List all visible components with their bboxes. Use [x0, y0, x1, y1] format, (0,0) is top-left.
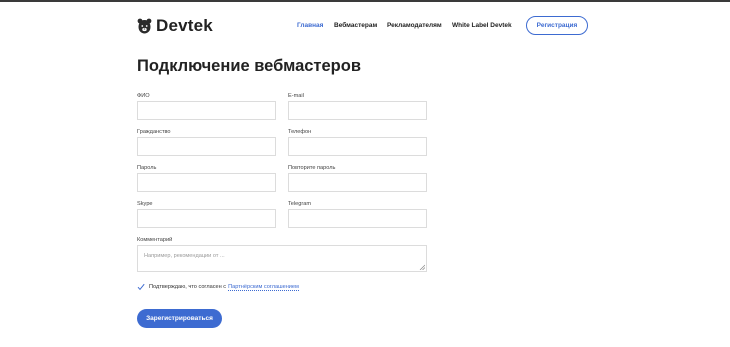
password-input[interactable]: [137, 173, 276, 192]
fio-input[interactable]: [137, 101, 276, 120]
comment-placeholder: Например, рекомендации от ...: [144, 253, 225, 259]
bear-logo-icon: [137, 18, 152, 34]
password-repeat-input[interactable]: [288, 173, 427, 192]
partner-agreement-link[interactable]: Партнёрским соглашением: [228, 284, 299, 291]
telegram-input[interactable]: [288, 209, 427, 228]
register-button[interactable]: Регистрация: [526, 16, 588, 35]
fio-label: ФИО: [137, 93, 150, 99]
logo-text: Devtek: [156, 16, 213, 35]
submit-button[interactable]: Зарегистрироваться: [137, 309, 222, 328]
phone-label: Телефон: [288, 129, 312, 135]
password-repeat-label: Повторите пароль: [288, 165, 336, 171]
nav-item-white-label[interactable]: White Label Devtek: [452, 22, 512, 29]
comment-textarea[interactable]: Например, рекомендации от ...: [137, 245, 427, 272]
phone-input[interactable]: [288, 137, 427, 156]
agreement-row: Подтверждаю, что согласен с Партнёрским …: [137, 283, 299, 291]
page-title: Подключение вебмастеров: [137, 57, 361, 75]
citizenship-label: Гражданство: [137, 129, 171, 135]
comment-label: Комментарий: [137, 237, 173, 243]
nav-item-advertisers[interactable]: Рекламодателям: [387, 22, 442, 29]
telegram-label: Telegram: [288, 201, 312, 207]
top-border: [0, 0, 730, 2]
agreement-text: Подтверждаю, что согласен с: [149, 284, 227, 290]
agreement-checkbox[interactable]: [137, 283, 145, 291]
citizenship-input[interactable]: [137, 137, 276, 156]
password-label: Пароль: [137, 165, 157, 171]
skype-input[interactable]: [137, 209, 276, 228]
logo[interactable]: Devtek: [137, 16, 213, 36]
resize-handle-icon[interactable]: [419, 264, 425, 270]
email-input[interactable]: [288, 101, 427, 120]
nav-item-home[interactable]: Главная: [297, 22, 323, 29]
skype-label: Skype: [137, 201, 153, 207]
email-label: E-mail: [288, 93, 304, 99]
nav-item-webmasters[interactable]: Вебмастерам: [334, 22, 377, 29]
